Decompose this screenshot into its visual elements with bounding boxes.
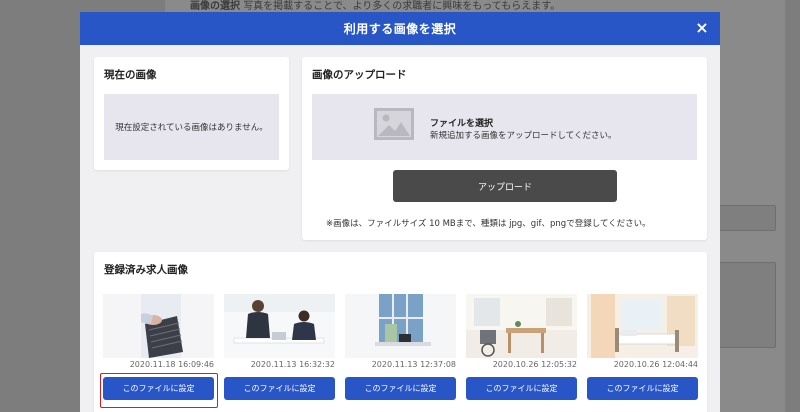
file-select-zone[interactable]: ファイルを選択 新規追加する画像をアップロードしてください。 xyxy=(312,94,697,160)
registered-image-item: 2020.10.26 12:05:32 このファイルに設定 xyxy=(466,294,577,400)
file-select-label: ファイルを選択 xyxy=(430,119,494,129)
set-file-button[interactable]: このファイルに設定 xyxy=(345,377,456,400)
thumbnail[interactable] xyxy=(587,294,698,358)
background-note-text: 写真を掲載することで、より多くの求職者に興味をもってもらえます。 xyxy=(243,1,561,12)
thumbnail[interactable] xyxy=(466,294,577,358)
registered-images-title: 登録済み求人画像 xyxy=(104,264,188,276)
set-file-button[interactable]: このファイルに設定 xyxy=(466,377,577,400)
current-image-box: 現在設定されている画像はありません。 xyxy=(104,94,279,160)
current-image-title: 現在の画像 xyxy=(104,69,157,81)
timestamp: 2020.11.13 16:32:32 xyxy=(250,360,335,369)
office-desk-window-photo xyxy=(345,294,456,358)
office-meeting-photo xyxy=(224,294,335,358)
set-file-button[interactable]: このファイルに設定 xyxy=(587,377,698,400)
hospital-room-photo xyxy=(587,294,698,358)
current-image-empty-text: 現在設定されている画像はありません。 xyxy=(115,123,268,133)
background-input xyxy=(716,205,776,231)
thumbnail[interactable] xyxy=(345,294,456,358)
registered-image-item: 2020.11.13 12:37:08 このファイルに設定 xyxy=(345,294,456,400)
modal-header: 利用する画像を選択 × xyxy=(80,12,720,45)
thumbnail[interactable] xyxy=(103,294,214,358)
keyboard-hands-photo xyxy=(103,294,214,358)
selection-highlight xyxy=(100,373,218,408)
timestamp: 2020.11.13 12:37:08 xyxy=(371,360,456,369)
close-icon[interactable]: × xyxy=(694,20,710,36)
timestamp: 2020.10.26 12:04:44 xyxy=(613,360,698,369)
registered-image-item: 2020.10.26 12:04:44 このファイルに設定 xyxy=(587,294,698,400)
file-select-hint: 新規追加する画像をアップロードしてください。 xyxy=(430,131,617,141)
upload-note: ※画像は、ファイルサイズ 10 MBまで、種類は jpg、gif、pngで登録し… xyxy=(326,219,651,229)
thumbnail[interactable] xyxy=(224,294,335,358)
current-image-card: 現在の画像 現在設定されている画像はありません。 xyxy=(94,57,289,170)
upload-title: 画像のアップロード xyxy=(312,69,407,81)
modal-title: 利用する画像を選択 xyxy=(343,22,457,36)
background-textarea xyxy=(716,262,776,348)
background-note-label: 画像の選択 xyxy=(190,1,240,12)
image-placeholder-icon xyxy=(374,108,414,140)
set-file-button[interactable]: このファイルに設定 xyxy=(224,377,335,400)
upload-button[interactable]: アップロード xyxy=(393,170,617,202)
image-select-modal: 利用する画像を選択 × 現在の画像 現在設定されている画像はありません。 画像の… xyxy=(80,12,720,412)
timestamp: 2020.10.26 12:05:32 xyxy=(492,360,577,369)
upload-card: 画像のアップロード ファイルを選択 新規追加する画像をアップロードしてください。… xyxy=(302,57,707,240)
background-note: 画像の選択 写真を掲載することで、より多くの求職者に興味をもってもらえます。 xyxy=(190,0,560,12)
registered-image-item: 2020.11.13 16:32:32 このファイルに設定 xyxy=(224,294,335,400)
clinic-room-photo xyxy=(466,294,577,358)
timestamp: 2020.11.18 16:09:46 xyxy=(129,360,214,369)
